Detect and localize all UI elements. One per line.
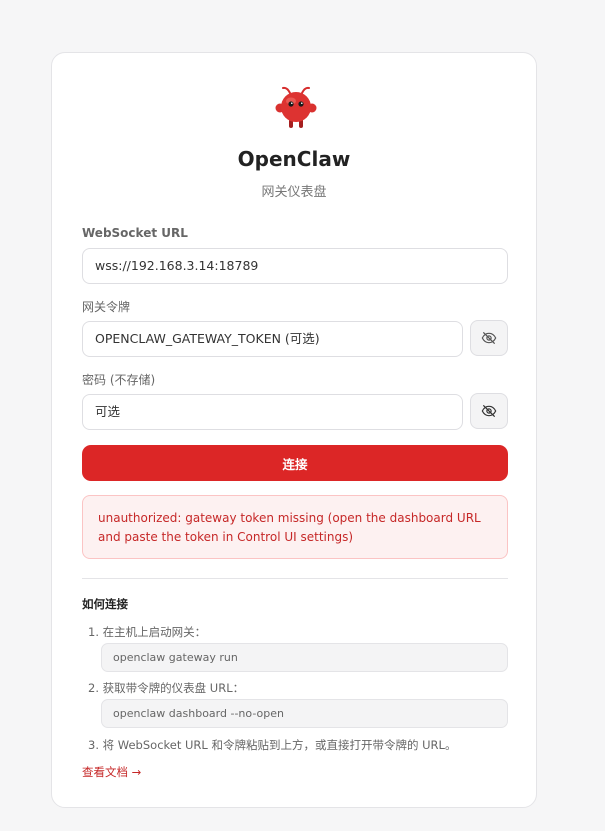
howto-step-2-code: openclaw dashboard --no-open (101, 699, 508, 728)
app-title: OpenClaw (237, 147, 351, 171)
password-input[interactable]: 可选 (82, 394, 463, 430)
error-message: unauthorized: gateway token missing (ope… (82, 495, 508, 559)
gateway-token-input[interactable]: OPENCLAW_GATEWAY_TOKEN (可选) (82, 321, 463, 357)
howto-step-3: 3. 将 WebSocket URL 和令牌粘贴到上方，或直接打开带令牌的 UR… (88, 738, 457, 752)
howto-step-1: 1. 在主机上启动网关： (88, 625, 207, 639)
eye-off-icon (481, 332, 497, 344)
toggle-password-visibility-button[interactable] (470, 393, 508, 429)
websocket-url-label: WebSocket URL (82, 226, 188, 240)
gateway-token-label: 网关令牌 (82, 300, 131, 314)
connect-button[interactable]: 连接 (82, 445, 508, 481)
howto-title: 如何连接 (82, 597, 128, 611)
websocket-url-input[interactable]: wss://192.168.3.14:18789 (82, 248, 508, 284)
eye-off-icon (481, 405, 497, 417)
howto-step-2: 2. 获取带令牌的仪表盘 URL： (88, 681, 245, 695)
password-label: 密码 (不存储) (82, 373, 156, 387)
docs-link[interactable]: 查看文档 → (82, 764, 141, 780)
howto-step-1-code: openclaw gateway run (101, 643, 508, 672)
divider (82, 578, 508, 579)
app-subtitle: 网关仪表盘 (261, 185, 327, 200)
toggle-token-visibility-button[interactable] (470, 320, 508, 356)
login-card: OpenClaw 网关仪表盘 WebSocket URL wss://192.1… (51, 52, 537, 808)
crab-mascot-icon (275, 86, 317, 128)
